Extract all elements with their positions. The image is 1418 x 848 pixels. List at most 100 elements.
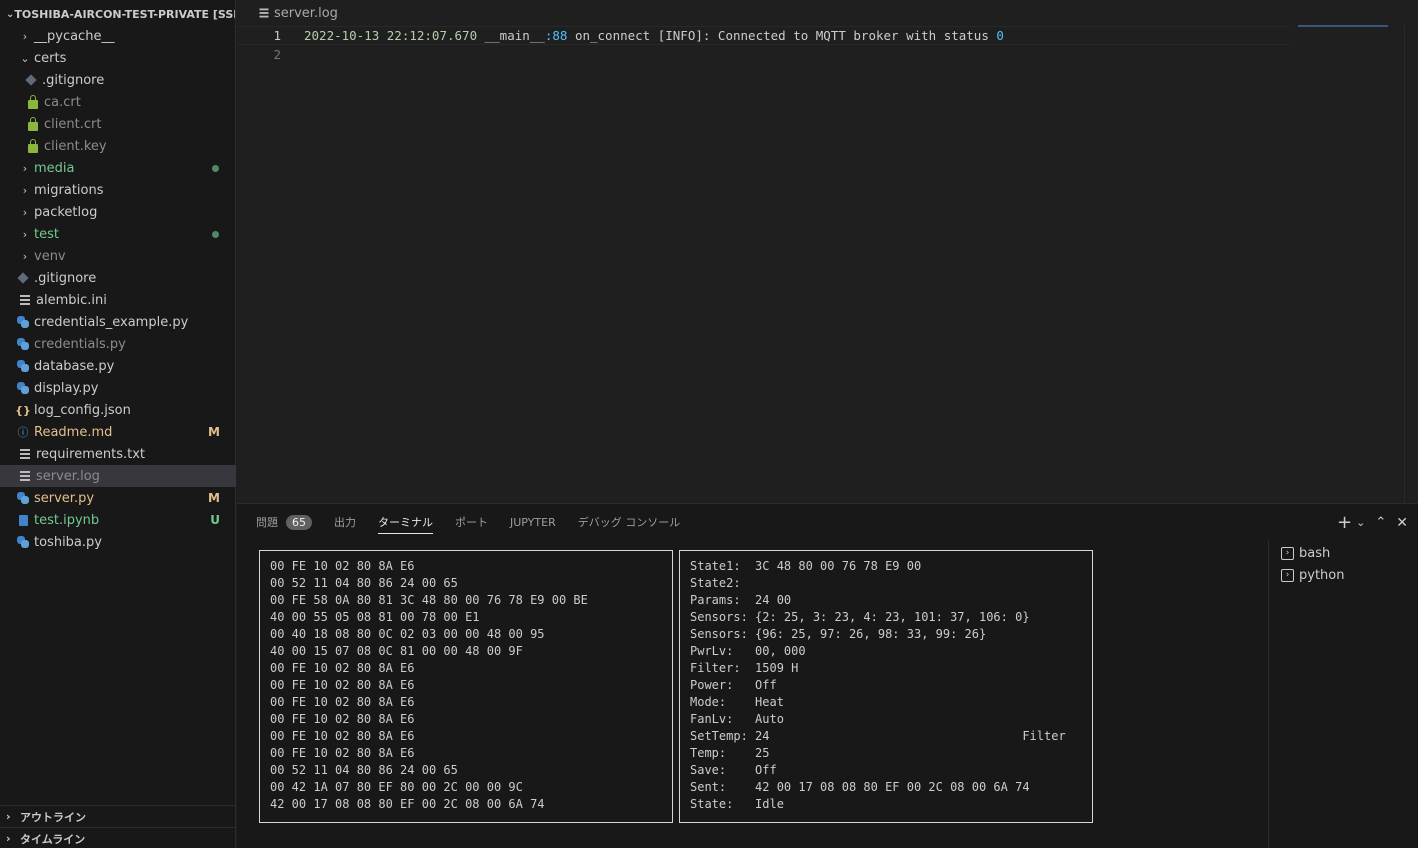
terminal-icon: › bbox=[1281, 546, 1294, 560]
git-modified-badge: M bbox=[208, 425, 220, 439]
tree-item-server-log[interactable]: server.log bbox=[0, 465, 236, 487]
timeline-section[interactable]: › タイムライン bbox=[0, 827, 236, 848]
tree-item-certs[interactable]: ⌄ certs bbox=[0, 47, 236, 69]
plus-icon[interactable]: + bbox=[1337, 512, 1352, 533]
terminal-line: SetTemp: 24 Filter bbox=[690, 729, 1066, 743]
file-tree: › __pycache__ ⌄ certs .gitignore ca.crt … bbox=[0, 25, 236, 553]
chevron-right-icon: › bbox=[22, 249, 28, 263]
code-line[interactable]: 1 2022-10-13 22:12:07.670 __main__:88 on… bbox=[237, 26, 1290, 45]
tree-item-server-py[interactable]: server.py M bbox=[0, 487, 236, 509]
terminal-item-bash[interactable]: › bash bbox=[1269, 542, 1418, 564]
terminal-line: PwrLv: 00, 000 bbox=[690, 644, 806, 658]
text-file-icon bbox=[18, 447, 32, 461]
terminal-line: 00 FE 10 02 80 8A E6 bbox=[270, 559, 415, 573]
terminal-list: › bash › python bbox=[1268, 540, 1418, 848]
terminal-item-python[interactable]: › python bbox=[1269, 564, 1418, 586]
outline-section[interactable]: › アウトライン bbox=[0, 805, 236, 827]
terminal-line: State2: bbox=[690, 576, 741, 590]
terminal-line: Sensors: {96: 25, 97: 26, 98: 33, 99: 26… bbox=[690, 627, 987, 641]
text-file-icon bbox=[259, 8, 269, 18]
chevron-down-icon: ⌄ bbox=[6, 8, 15, 20]
editor-scrollbar[interactable] bbox=[1404, 25, 1418, 503]
terminal-line: 00 FE 10 02 80 8A E6 bbox=[270, 712, 415, 726]
git-status-dot bbox=[212, 164, 219, 172]
tree-item-gitignore[interactable]: .gitignore bbox=[0, 267, 236, 289]
chevron-right-icon: › bbox=[22, 29, 28, 43]
terminal-line: Save: Off bbox=[690, 763, 777, 777]
tree-item-venv[interactable]: › venv bbox=[0, 245, 236, 267]
tree-item-client-crt[interactable]: client.crt bbox=[0, 113, 236, 135]
workspace-title: TOSHIBA-AIRCON-TEST-PRIVATE [SSH: ... bbox=[14, 7, 235, 21]
chevron-down-icon[interactable]: ⌄ bbox=[1356, 516, 1365, 529]
terminal-line: Filter: 1509 H bbox=[690, 661, 799, 675]
terminal-line: 40 00 55 05 08 81 00 78 00 E1 bbox=[270, 610, 480, 624]
tab-debug-console[interactable]: デバッグ コンソール bbox=[578, 504, 681, 540]
tab-jupyter[interactable]: JUPYTER bbox=[510, 504, 556, 540]
terminal-line: Sensors: {2: 25, 3: 23, 4: 23, 101: 37, … bbox=[690, 610, 1030, 624]
tab-terminal[interactable]: ターミナル bbox=[378, 504, 433, 540]
tree-item-toshiba-py[interactable]: toshiba.py bbox=[0, 531, 236, 553]
terminal-line: 00 42 1A 07 80 EF 80 00 2C 00 00 9C bbox=[270, 780, 523, 794]
terminal-line: Power: Off bbox=[690, 678, 777, 692]
terminal-line: 00 FE 10 02 80 8A E6 bbox=[270, 695, 415, 709]
git-modified-badge: M bbox=[208, 491, 220, 505]
python-icon bbox=[16, 381, 30, 395]
terminal-line: 00 FE 10 02 80 8A E6 bbox=[270, 678, 415, 692]
terminal-line: 40 00 15 07 08 0C 81 00 00 48 00 9F bbox=[270, 644, 523, 658]
tree-item-media[interactable]: › media bbox=[0, 157, 236, 179]
lock-icon bbox=[26, 94, 40, 109]
terminal-line: FanLv: Auto bbox=[690, 712, 784, 726]
tree-item-log-config[interactable]: {} log_config.json bbox=[0, 399, 236, 421]
json-braces-icon: {} bbox=[15, 403, 31, 417]
git-untracked-badge: U bbox=[210, 513, 220, 527]
tree-item-certs-gitignore[interactable]: .gitignore bbox=[0, 69, 236, 91]
line-number: 2 bbox=[273, 47, 281, 62]
terminal-line: 42 00 17 08 08 80 EF 00 2C 08 00 6A 74 bbox=[270, 797, 545, 811]
explorer-header[interactable]: ⌄ TOSHIBA-AIRCON-TEST-PRIVATE [SSH: ... bbox=[0, 0, 235, 28]
minimap[interactable] bbox=[1298, 25, 1388, 27]
terminal-line: 00 52 11 04 80 86 24 00 65 bbox=[270, 576, 458, 590]
git-status-dot bbox=[212, 230, 219, 238]
terminal-line: 00 FE 10 02 80 8A E6 bbox=[270, 729, 415, 743]
tree-item-packetlog[interactable]: › packetlog bbox=[0, 201, 236, 223]
tab-problems[interactable]: 問題 65 bbox=[256, 504, 312, 540]
tree-item-ca-crt[interactable]: ca.crt bbox=[0, 91, 236, 113]
terminal-pane-right[interactable]: State1: 3C 48 80 00 76 78 E9 00 State2: Pa… bbox=[679, 550, 1093, 823]
chevron-right-icon: › bbox=[22, 161, 28, 175]
close-icon[interactable]: ✕ bbox=[1396, 515, 1408, 531]
breadcrumb[interactable]: server.log bbox=[237, 0, 1418, 26]
tree-item-test-ipynb[interactable]: test.ipynb U bbox=[0, 509, 236, 531]
tree-item-migrations[interactable]: › migrations bbox=[0, 179, 236, 201]
terminal-line: State1: 3C 48 80 00 76 78 E9 00 bbox=[690, 559, 922, 573]
tree-item-credentials[interactable]: credentials.py bbox=[0, 333, 236, 355]
line-text: 2022-10-13 22:12:07.670 __main__:88 on_c… bbox=[304, 28, 1004, 43]
chevron-right-icon: › bbox=[6, 810, 11, 823]
tree-item-client-key[interactable]: client.key bbox=[0, 135, 236, 157]
tree-item-credentials-example[interactable]: credentials_example.py bbox=[0, 311, 236, 333]
chevron-right-icon: › bbox=[22, 205, 28, 219]
tree-item-alembic-ini[interactable]: alembic.ini bbox=[0, 289, 236, 311]
terminal-pane-left[interactable]: 00 FE 10 02 80 8A E6 00 52 11 04 80 86 24… bbox=[259, 550, 673, 823]
code-line[interactable]: 2 bbox=[237, 45, 1418, 64]
bottom-panel: 問題 65 出力 ターミナル ポート JUPYTER デバッグ コンソール + … bbox=[237, 503, 1418, 848]
tree-item-requirements[interactable]: requirements.txt bbox=[0, 443, 236, 465]
tree-item-pycache[interactable]: › __pycache__ bbox=[0, 25, 236, 47]
chevron-down-icon: ⌄ bbox=[20, 51, 30, 65]
explorer-sidebar: ⌄ TOSHIBA-AIRCON-TEST-PRIVATE [SSH: ... … bbox=[0, 0, 236, 848]
info-icon: ⓘ bbox=[17, 426, 29, 439]
tree-item-readme[interactable]: ⓘ Readme.md M bbox=[0, 421, 236, 443]
tree-item-test[interactable]: › test bbox=[0, 223, 236, 245]
terminal-line: Sent: 42 00 17 08 08 80 EF 00 2C 08 00 6… bbox=[690, 780, 1030, 794]
tab-output[interactable]: 出力 bbox=[334, 504, 356, 540]
python-icon bbox=[16, 315, 30, 329]
line-number: 1 bbox=[273, 28, 281, 43]
terminal-line: 00 52 11 04 80 86 24 00 65 bbox=[270, 763, 458, 777]
terminal-line: Mode: Heat bbox=[690, 695, 784, 709]
chevron-up-icon[interactable]: ⌃ bbox=[1375, 515, 1386, 530]
tree-item-display[interactable]: display.py bbox=[0, 377, 236, 399]
panel-actions: + ⌄ ⌃ ✕ bbox=[1337, 512, 1408, 533]
chevron-right-icon: › bbox=[22, 227, 28, 241]
text-file-icon bbox=[18, 469, 32, 483]
tab-ports[interactable]: ポート bbox=[455, 504, 488, 540]
tree-item-database[interactable]: database.py bbox=[0, 355, 236, 377]
